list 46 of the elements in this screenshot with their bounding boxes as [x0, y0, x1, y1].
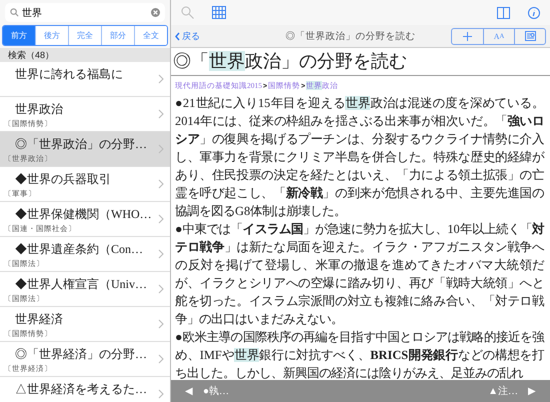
result-title: ◆世界人権宣言（Univ… [14, 276, 147, 293]
previous-link[interactable]: ●執… [203, 384, 230, 398]
result-item[interactable]: △世界経済を考えるた… [0, 377, 170, 402]
article-paragraph: ●欧米主導の国際秩序の再編を目指す中国とロシアは戦略的接近を強め、IMFや世界銀行に対抗すべく、BRICS開発銀行などの構想を打ち出した。しかし、新興国の経済には陰りがみえ、足並みの乱れ [175, 329, 544, 380]
chevron-right-icon [158, 389, 164, 399]
result-title: 世界経済 [14, 311, 63, 328]
search-icon[interactable] [181, 6, 194, 19]
search-mode-tab[interactable]: 前方 [3, 26, 35, 45]
results-header: 検索（48） [0, 48, 170, 62]
result-title: ◎「世界政治」の分野… [14, 136, 147, 153]
chevron-right-icon [158, 109, 164, 119]
book-icon[interactable] [497, 6, 510, 18]
result-item[interactable]: 世界に誇れる福島に [0, 62, 170, 97]
info-icon[interactable] [528, 6, 540, 18]
result-title: ◆世界保健機関（WHO… [14, 206, 152, 223]
chevron-right-icon [158, 214, 164, 224]
result-title: 世界に誇れる福島に [14, 66, 123, 83]
search-mode-tab[interactable]: 完全 [68, 26, 101, 45]
next-link[interactable]: ▲注… [488, 384, 518, 398]
clear-icon[interactable] [151, 8, 160, 17]
result-title: ◎「世界経済」の分野… [14, 346, 147, 363]
search-mode-tab[interactable]: 全文 [134, 26, 167, 45]
result-title: ◆世界の兵器取引 [14, 171, 111, 188]
result-title: ◆世界遺産条約（Con… [14, 241, 144, 258]
article-title: ◎「世界政治」の分野を読む [171, 48, 550, 76]
chevron-right-icon [158, 319, 164, 329]
search-icon [10, 8, 19, 17]
search-mode-tab[interactable]: 後方 [35, 26, 68, 45]
document-icon [524, 31, 536, 41]
chevron-right-icon [158, 74, 164, 84]
plus-icon [463, 32, 472, 40]
article-paragraph: ●中東では「イスラム国」が急速に勢力を拡大し、10年以上続く「対テロ戦争」は新たな局面を迎えた。イラク・アフガニスタン戦争への反対を掲げて登場し、米軍の撤退を進めてきたオバマ大統領だが、イラクとシリアへの空爆に踏み切り、再び「戦時大統領」へと舵を切った。イスラム宗派間の対立も複雑に絡み合い、「対テロ戦争」の出口はいまだみえない。 [175, 221, 544, 328]
result-title: 世界政治 [14, 101, 63, 118]
search-mode-tab[interactable]: 部分 [101, 26, 134, 45]
result-title: △世界経済を考えるた… [14, 381, 147, 398]
nav-title: ◎「世界政治」の分野を読む [284, 30, 416, 42]
chevron-right-icon [158, 284, 164, 294]
chevron-right-icon [158, 179, 164, 189]
article-paragraph: ●21世紀に入り15年目を迎える世界政治は混迷の度を深めている。2014年には、従来の枠組みを揺さぶる出来事が相次いだ。「強いロシア」の復興を掲げるプーチンは、分裂するウクライナ情勢に介入し、軍事力を背景にクリミア半島を併合した。特殊な歴史的経緯があり、住民投票の決定を経たとはいえ、「力による領土拡張」の亡霊を呼び起こし、「新冷戦」の到来が危惧される中、主要先進国の協調を図るG8体制は崩壊した。 [175, 95, 544, 220]
chevron-right-icon [158, 354, 164, 364]
back-button[interactable]: 戻る [175, 30, 200, 42]
search-field[interactable]: 世界 [5, 3, 165, 22]
chevron-right-icon [158, 144, 164, 154]
chevron-right-icon [158, 249, 164, 259]
grid-icon[interactable] [212, 6, 226, 19]
chevron-left-icon [175, 32, 180, 40]
